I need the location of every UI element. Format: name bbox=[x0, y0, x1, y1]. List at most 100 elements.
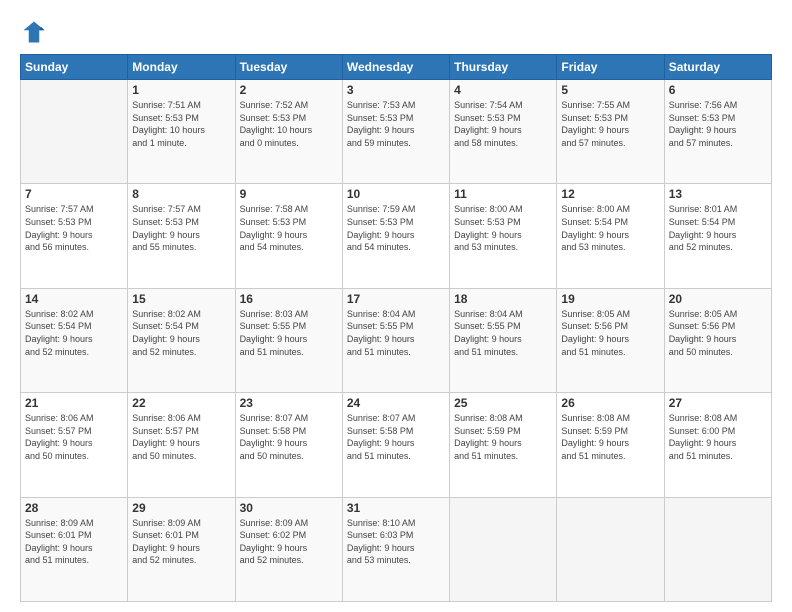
day-info: Daylight: 9 hours bbox=[132, 542, 230, 555]
day-info: Sunrise: 8:08 AM bbox=[454, 412, 552, 425]
logo-icon bbox=[20, 18, 48, 46]
day-info: and 58 minutes. bbox=[454, 137, 552, 150]
calendar-cell: 26Sunrise: 8:08 AMSunset: 5:59 PMDayligh… bbox=[557, 393, 664, 497]
day-number: 22 bbox=[132, 396, 230, 410]
calendar-cell: 31Sunrise: 8:10 AMSunset: 6:03 PMDayligh… bbox=[342, 497, 449, 601]
day-info: and 54 minutes. bbox=[347, 241, 445, 254]
day-number: 13 bbox=[669, 187, 767, 201]
day-info: Sunset: 5:53 PM bbox=[347, 216, 445, 229]
day-info: and 53 minutes. bbox=[454, 241, 552, 254]
day-info: and 51 minutes. bbox=[25, 554, 123, 567]
calendar-cell: 15Sunrise: 8:02 AMSunset: 5:54 PMDayligh… bbox=[128, 288, 235, 392]
day-info: Sunrise: 8:05 AM bbox=[669, 308, 767, 321]
day-info: Daylight: 10 hours bbox=[240, 124, 338, 137]
calendar-week-1: 1 Sunrise: 7:51 AM Sunset: 5:53 PM Daylight… bbox=[21, 80, 772, 184]
day-info: Sunrise: 8:00 AM bbox=[561, 203, 659, 216]
day-info: Sunset: 5:53 PM bbox=[240, 216, 338, 229]
calendar-week-2: 7Sunrise: 7:57 AMSunset: 5:53 PMDaylight… bbox=[21, 184, 772, 288]
day-number: 11 bbox=[454, 187, 552, 201]
day-info: Sunrise: 7:58 AM bbox=[240, 203, 338, 216]
day-info: Daylight: 9 hours bbox=[347, 124, 445, 137]
day-info: Daylight: 9 hours bbox=[132, 229, 230, 242]
day-info: Sunset: 5:53 PM bbox=[454, 216, 552, 229]
day-info: Sunset: 5:54 PM bbox=[669, 216, 767, 229]
day-info: Daylight: 9 hours bbox=[669, 437, 767, 450]
day-info: Sunrise: 8:09 AM bbox=[25, 517, 123, 530]
day-number: 27 bbox=[669, 396, 767, 410]
day-info: and 53 minutes. bbox=[347, 554, 445, 567]
calendar-cell: 10Sunrise: 7:59 AMSunset: 5:53 PMDayligh… bbox=[342, 184, 449, 288]
day-info: Sunrise: 7:57 AM bbox=[132, 203, 230, 216]
calendar-cell: 2Sunrise: 7:52 AMSunset: 5:53 PMDaylight… bbox=[235, 80, 342, 184]
day-number: 30 bbox=[240, 501, 338, 515]
day-info: and 51 minutes. bbox=[347, 450, 445, 463]
day-info: Daylight: 9 hours bbox=[240, 229, 338, 242]
calendar-cell: 18Sunrise: 8:04 AMSunset: 5:55 PMDayligh… bbox=[450, 288, 557, 392]
day-info: Sunrise: 8:04 AM bbox=[347, 308, 445, 321]
calendar-cell: 5Sunrise: 7:55 AMSunset: 5:53 PMDaylight… bbox=[557, 80, 664, 184]
day-number: 3 bbox=[347, 83, 445, 97]
calendar-cell: 19Sunrise: 8:05 AMSunset: 5:56 PMDayligh… bbox=[557, 288, 664, 392]
calendar-cell: 20Sunrise: 8:05 AMSunset: 5:56 PMDayligh… bbox=[664, 288, 771, 392]
day-info: Daylight: 9 hours bbox=[561, 333, 659, 346]
day-info: Daylight: 9 hours bbox=[240, 333, 338, 346]
day-info: and 50 minutes. bbox=[25, 450, 123, 463]
day-info: Daylight: 9 hours bbox=[347, 333, 445, 346]
calendar-cell: 30Sunrise: 8:09 AMSunset: 6:02 PMDayligh… bbox=[235, 497, 342, 601]
day-info: Sunset: 5:56 PM bbox=[669, 320, 767, 333]
weekday-header-wednesday: Wednesday bbox=[342, 55, 449, 80]
day-info: Daylight: 9 hours bbox=[347, 437, 445, 450]
calendar-cell: 29Sunrise: 8:09 AMSunset: 6:01 PMDayligh… bbox=[128, 497, 235, 601]
day-number: 12 bbox=[561, 187, 659, 201]
day-number: 15 bbox=[132, 292, 230, 306]
day-info: Sunset: 5:58 PM bbox=[347, 425, 445, 438]
day-info: Sunrise: 8:03 AM bbox=[240, 308, 338, 321]
day-info: Sunrise: 8:07 AM bbox=[240, 412, 338, 425]
day-info: Sunset: 5:55 PM bbox=[454, 320, 552, 333]
day-info: and 51 minutes. bbox=[347, 346, 445, 359]
day-info: and 55 minutes. bbox=[132, 241, 230, 254]
day-info: Sunrise: 7:52 AM bbox=[240, 99, 338, 112]
day-info: Sunrise: 8:07 AM bbox=[347, 412, 445, 425]
day-info: Sunset: 5:53 PM bbox=[561, 112, 659, 125]
day-number: 5 bbox=[561, 83, 659, 97]
day-info: Sunrise: 7:56 AM bbox=[669, 99, 767, 112]
day-info: and 57 minutes. bbox=[669, 137, 767, 150]
calendar-cell: 3Sunrise: 7:53 AMSunset: 5:53 PMDaylight… bbox=[342, 80, 449, 184]
day-info: Sunset: 5:57 PM bbox=[25, 425, 123, 438]
day-number: 1 bbox=[132, 83, 230, 97]
day-info: Sunset: 5:59 PM bbox=[454, 425, 552, 438]
day-info: Sunrise: 8:09 AM bbox=[132, 517, 230, 530]
day-info: Sunrise: 7:55 AM bbox=[561, 99, 659, 112]
calendar-cell: 23Sunrise: 8:07 AMSunset: 5:58 PMDayligh… bbox=[235, 393, 342, 497]
day-number: 23 bbox=[240, 396, 338, 410]
day-info: Sunrise: 8:06 AM bbox=[25, 412, 123, 425]
day-info: Daylight: 9 hours bbox=[669, 333, 767, 346]
calendar-cell: 25Sunrise: 8:08 AMSunset: 5:59 PMDayligh… bbox=[450, 393, 557, 497]
calendar-cell bbox=[557, 497, 664, 601]
calendar-cell: 6Sunrise: 7:56 AMSunset: 5:53 PMDaylight… bbox=[664, 80, 771, 184]
day-info: Sunrise: 7:53 AM bbox=[347, 99, 445, 112]
weekday-header-monday: Monday bbox=[128, 55, 235, 80]
day-number: 26 bbox=[561, 396, 659, 410]
day-info: and 51 minutes. bbox=[240, 346, 338, 359]
day-info: Daylight: 9 hours bbox=[454, 333, 552, 346]
weekday-header-sunday: Sunday bbox=[21, 55, 128, 80]
day-info: Sunset: 6:01 PM bbox=[132, 529, 230, 542]
day-info: and 52 minutes. bbox=[669, 241, 767, 254]
day-info: Daylight: 9 hours bbox=[347, 229, 445, 242]
day-info: Sunrise: 7:51 AM bbox=[132, 99, 230, 112]
day-info: and 51 minutes. bbox=[454, 450, 552, 463]
day-info: and 51 minutes. bbox=[669, 450, 767, 463]
day-info: and 54 minutes. bbox=[240, 241, 338, 254]
day-number: 21 bbox=[25, 396, 123, 410]
day-info: Daylight: 9 hours bbox=[25, 542, 123, 555]
day-info: Sunrise: 8:09 AM bbox=[240, 517, 338, 530]
day-number: 7 bbox=[25, 187, 123, 201]
day-info: Sunset: 5:54 PM bbox=[25, 320, 123, 333]
calendar-header: SundayMondayTuesdayWednesdayThursdayFrid… bbox=[21, 55, 772, 80]
day-info: Daylight: 9 hours bbox=[132, 437, 230, 450]
day-info: Sunrise: 8:08 AM bbox=[669, 412, 767, 425]
weekday-header-thursday: Thursday bbox=[450, 55, 557, 80]
day-info: and 0 minutes. bbox=[240, 137, 338, 150]
